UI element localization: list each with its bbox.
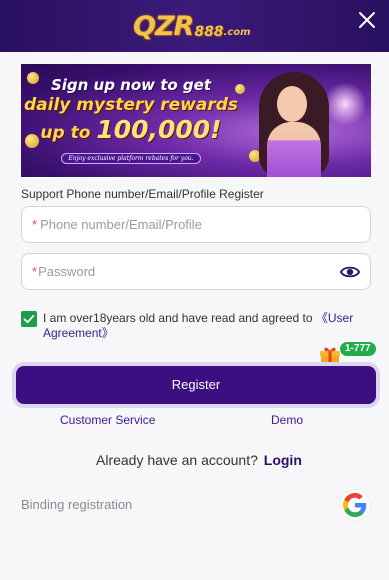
site-logo: QZR 888 .com: [133, 10, 251, 42]
google-icon: [343, 493, 367, 517]
logo-888-text: 888: [194, 24, 224, 40]
banner-subtitle: Enjoy exclusive platform rebates for you…: [61, 153, 201, 164]
banner-amount-line: up to 100,000!: [21, 116, 241, 147]
close-button[interactable]: [355, 8, 379, 32]
banner-amount: 100,000!: [96, 115, 222, 144]
agreement-text: I am over18years old and have read and a…: [43, 311, 373, 341]
reward-badge: 1-777: [339, 341, 377, 357]
close-icon: [359, 12, 375, 28]
customer-service-link[interactable]: Customer Service: [60, 413, 155, 427]
google-login-button[interactable]: [340, 490, 370, 520]
phone-email-input[interactable]: * Phone number/Email/Profile: [21, 206, 371, 243]
required-mark: *: [32, 217, 38, 232]
checkmark-icon: [23, 314, 35, 324]
demo-link[interactable]: Demo: [271, 413, 303, 427]
login-prompt-row: Already have an account? Login: [96, 452, 302, 468]
required-mark: *: [32, 264, 38, 279]
binding-registration-label: Binding registration: [21, 497, 133, 512]
phone-email-placeholder: Phone number/Email/Profile: [40, 217, 202, 232]
modal-header: QZR 888 .com: [0, 0, 389, 52]
banner-model-face: [277, 86, 307, 122]
password-placeholder: Password: [38, 264, 96, 279]
eye-icon[interactable]: [340, 263, 360, 281]
register-button[interactable]: Register: [16, 366, 376, 404]
logo-com-text: .com: [223, 27, 251, 38]
password-input[interactable]: * Password: [21, 253, 371, 290]
login-link[interactable]: Login: [264, 452, 302, 468]
banner-lights: [325, 74, 365, 134]
banner-upto: up to: [40, 123, 97, 143]
logo-main-text: QZR: [133, 11, 194, 42]
banner-model-body: [267, 122, 321, 177]
login-prompt: Already have an account?: [96, 452, 258, 468]
agreement-statement: I am over18years old and have read and a…: [43, 311, 316, 325]
support-label: Support Phone number/Email/Profile Regis…: [21, 187, 264, 201]
banner-headline: Sign up now to get: [50, 76, 212, 94]
banner-text: Sign up now to get daily mystery rewards…: [21, 70, 241, 165]
banner-rewards: daily mystery rewards: [23, 95, 238, 115]
agree-checkbox[interactable]: [21, 311, 37, 327]
promo-banner[interactable]: Sign up now to get daily mystery rewards…: [21, 64, 371, 177]
